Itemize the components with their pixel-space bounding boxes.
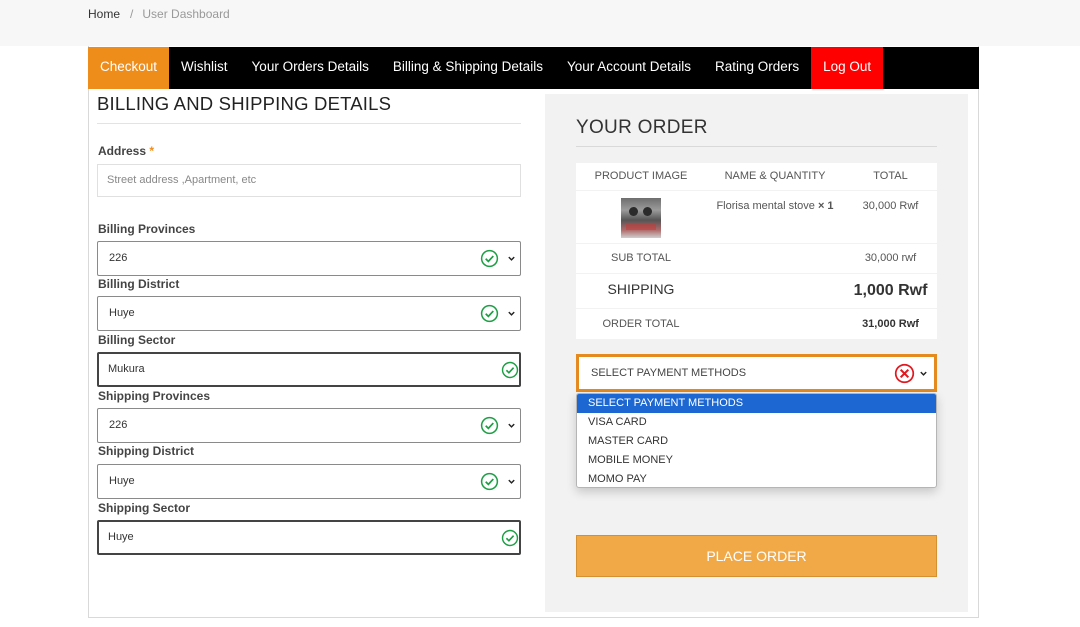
chevron-down-icon [920,371,927,376]
shipping-value: 1,000 Rwf [853,282,928,299]
tab-billing-shipping[interactable]: Billing & Shipping Details [381,47,555,89]
divider [576,146,937,147]
chevron-down-icon [508,311,515,316]
shipping-provinces-label: Shipping Provinces [98,389,211,403]
billing-title: BILLING AND SHIPPING DETAILS [97,93,392,114]
shipping-row: SHIPPING 1,000 Rwf [576,274,937,308]
header-name-quantity: NAME & QUANTITY [724,170,826,182]
divider [97,123,521,124]
breadcrumb-separator: / [130,7,134,21]
address-label: Address * [98,144,154,158]
required-mark: * [149,144,155,158]
subtotal-label: SUB TOTAL [611,252,671,264]
shipping-district-select[interactable]: Huye [97,464,521,499]
shipping-provinces-select[interactable]: 226 [97,408,521,443]
payment-option-visa[interactable]: VISA CARD [577,413,936,432]
check-circle-icon [501,361,519,379]
billing-district-label: Billing District [98,277,180,291]
check-circle-icon [480,249,499,268]
shipping-sector-label: Shipping Sector [98,501,191,515]
payment-option-momo-pay[interactable]: MOMO PAY [577,470,936,487]
item-name-qty: Florisa mental stove × 1 [706,200,844,212]
tab-log-out[interactable]: Log Out [811,47,884,89]
order-title: YOUR ORDER [576,117,708,138]
shipping-district-label: Shipping District [98,444,194,458]
payment-method-value: SELECT PAYMENT METHODS [591,367,747,379]
header-total: TOTAL [873,170,908,182]
payment-option-select[interactable]: SELECT PAYMENT METHODS [577,394,936,413]
order-total-label: ORDER TOTAL [602,318,680,330]
tab-orders-details[interactable]: Your Orders Details [240,47,381,89]
breadcrumb-current: User Dashboard [142,7,230,21]
shipping-label: SHIPPING [607,281,675,297]
order-table-header: PRODUCT IMAGE NAME & QUANTITY TOTAL [576,163,937,190]
place-order-button[interactable]: PLACE ORDER [576,535,937,577]
order-total-row: ORDER TOTAL 31,000 Rwf [576,309,937,339]
error-x-icon [894,363,915,384]
billing-district-select[interactable]: Huye [97,296,521,331]
tab-rating-orders[interactable]: Rating Orders [703,47,811,89]
item-total: 30,000 Rwf [862,200,919,212]
tab-account-details[interactable]: Your Account Details [555,47,703,89]
item-qty: × 1 [817,200,834,212]
billing-provinces-label: Billing Provinces [98,222,196,236]
check-circle-icon [480,304,499,323]
shipping-provinces-value: 226 [109,419,128,431]
billing-sector-label: Billing Sector [98,333,176,347]
payment-dropdown: SELECT PAYMENT METHODS VISA CARD MASTER … [576,393,937,488]
chevron-down-icon [508,423,515,428]
tab-checkout[interactable]: Checkout [88,47,170,89]
shipping-sector-value: Huye [108,531,134,543]
order-total-value: 31,000 Rwf [862,318,919,330]
payment-option-mobile-money[interactable]: MOBILE MONEY [577,451,936,470]
chevron-down-icon [508,256,515,261]
subtotal-value: 30,000 rwf [864,252,917,264]
payment-option-mastercard[interactable]: MASTER CARD [577,432,936,451]
check-circle-icon [480,416,499,435]
subtotal-row: SUB TOTAL 30,000 rwf [576,244,937,273]
payment-method-select[interactable]: SELECT PAYMENT METHODS [576,354,937,392]
shipping-district-value: Huye [109,475,135,487]
billing-sector-value: Mukura [108,363,145,375]
tab-wishlist[interactable]: Wishlist [169,47,240,89]
shipping-sector-input[interactable]: Huye [97,520,521,555]
item-name[interactable]: Florisa mental stove [716,200,814,212]
table-row: Florisa mental stove × 1 30,000 Rwf [576,191,937,243]
billing-provinces-select[interactable]: 226 [97,241,521,276]
check-circle-icon [501,529,519,547]
product-thumbnail[interactable] [621,198,661,238]
billing-sector-input[interactable]: Mukura [97,352,521,387]
address-label-text: Address [98,144,147,158]
breadcrumb-home[interactable]: Home [88,7,120,21]
check-circle-icon [480,472,499,491]
header-product-image: PRODUCT IMAGE [594,170,688,182]
breadcrumb: Home / User Dashboard [88,7,230,21]
billing-district-value: Huye [109,307,135,319]
chevron-down-icon [508,479,515,484]
billing-provinces-value: 226 [109,252,128,264]
address-input[interactable]: Street address ,Apartment, etc [97,164,521,197]
dashboard-nav: Checkout Wishlist Your Orders Details Bi… [88,47,979,89]
